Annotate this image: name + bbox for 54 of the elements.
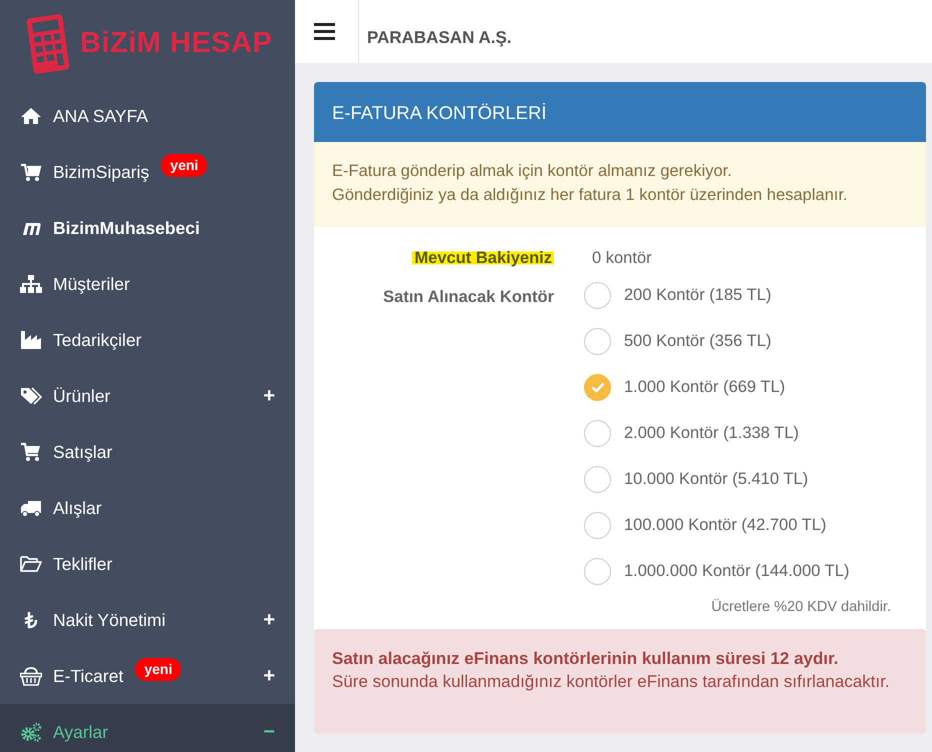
sidebar-item[interactable]: BizimSipariş yeni — [0, 144, 295, 200]
home-icon — [20, 106, 42, 126]
org-chart-icon — [20, 274, 42, 294]
cart-icon — [20, 162, 42, 182]
balance-label: Mevcut Bakiyeniz — [412, 249, 554, 268]
radio-option[interactable]: 10.000 Kontör (5.410 TL) — [584, 456, 850, 503]
radio-option[interactable]: 1.000 Kontör (669 TL) — [584, 364, 850, 411]
sidebar-item[interactable]: ANA SAYFA — [0, 88, 295, 144]
menu-icon — [314, 23, 335, 40]
sidebar-item[interactable]: Tedarikçiler — [0, 312, 295, 368]
radio-button[interactable] — [584, 558, 611, 586]
sidebar-item[interactable]: Ayarlar − — [0, 704, 295, 752]
sidebar-item[interactable]: Müşteriler — [0, 256, 295, 312]
purchase-label: Satın Alınacak Kontör — [383, 288, 554, 306]
radio-button[interactable] — [584, 512, 611, 540]
gears-icon — [20, 722, 42, 742]
balance-value: 0 kontör — [592, 248, 652, 270]
alert-title: Satın alacağınız eFinans kontörlerinin kullanım süresi 12 aydır. — [332, 648, 840, 670]
cart-icon — [20, 442, 42, 462]
radio-button[interactable] — [584, 374, 611, 402]
radio-option[interactable]: 1.000.000 Kontör (144.000 TL) — [584, 548, 850, 595]
sidebar-item[interactable]: E-Ticaret yeni + — [0, 648, 295, 704]
vat-note: Ücretlere %20 KDV dahildir. — [711, 598, 891, 615]
info-text: E-Fatura gönderip almak için kontör almanız gerekiyor. — [332, 161, 733, 182]
new-badge: yeni — [161, 154, 208, 177]
sidebar-item[interactable]: Nakit Yönetimi + — [0, 592, 295, 648]
expand-toggle[interactable]: + — [263, 661, 275, 691]
radio-option[interactable]: 500 Kontör (356 TL) — [584, 318, 850, 365]
radio-button[interactable] — [584, 282, 611, 310]
card-title: E-FATURA KONTÖRLERİ — [332, 102, 546, 123]
tags-icon — [20, 386, 42, 406]
sidebar-item[interactable]: Alışlar — [0, 480, 295, 536]
info-text: Gönderdiğiniz ya da aldığınız her fatura 1 kontör üzerinden hesaplanır. — [332, 184, 848, 206]
radio-button[interactable] — [584, 466, 611, 494]
truck-icon — [20, 498, 42, 518]
radio-option[interactable]: 200 Kontör (185 TL) — [584, 272, 850, 319]
sidebar-item[interactable]: BizimMuhasebeci — [0, 200, 295, 256]
alert-text: Süre sonunda kullanmadığınız kontörler eFinans tarafından sıfırlanacaktır. — [332, 671, 891, 694]
company-name: PARABASAN A.Ş. — [367, 26, 512, 49]
sidebar-item[interactable]: Teklifler — [0, 536, 295, 592]
sidebar-item[interactable]: Satışlar — [0, 424, 295, 480]
radio-button[interactable] — [584, 420, 611, 448]
expand-toggle[interactable]: − — [263, 717, 275, 747]
radio-button[interactable] — [584, 328, 611, 356]
radio-option[interactable]: 100.000 Kontör (42.700 TL) — [584, 502, 850, 549]
sidebar-item[interactable]: Ürünler + — [0, 368, 295, 424]
folder-icon — [20, 554, 42, 574]
check-icon — [590, 382, 604, 394]
expand-toggle[interactable]: + — [263, 381, 275, 411]
basket-icon — [20, 666, 42, 686]
expand-toggle[interactable]: + — [263, 605, 275, 635]
factory-icon — [20, 330, 42, 350]
radio-option[interactable]: 2.000 Kontör (1.338 TL) — [584, 410, 850, 457]
new-badge: yeni — [135, 658, 182, 681]
